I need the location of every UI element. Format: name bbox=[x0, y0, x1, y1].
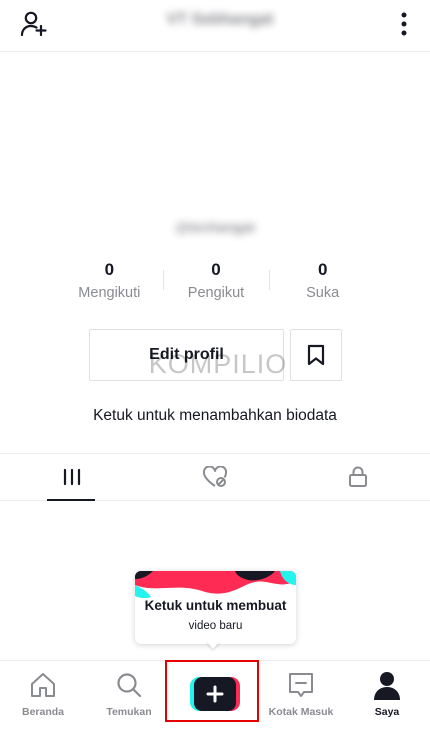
more-vertical-icon bbox=[401, 12, 407, 36]
profile-icon bbox=[374, 672, 400, 700]
nav-inbox[interactable]: Kotak Masuk bbox=[258, 661, 344, 729]
account-title[interactable]: VT Sebhangat bbox=[140, 11, 300, 33]
nav-label: Kotak Masuk bbox=[268, 706, 334, 718]
create-video-tooltip[interactable]: Ketuk untuk membuat video baru bbox=[135, 571, 296, 644]
tab-videos[interactable] bbox=[0, 454, 143, 501]
nav-home[interactable]: Beranda bbox=[0, 661, 86, 729]
bookmark-icon bbox=[307, 344, 325, 366]
tab-private[interactable] bbox=[287, 454, 430, 500]
more-button[interactable] bbox=[390, 6, 418, 42]
stat-label: Mengikuti bbox=[78, 285, 141, 301]
top-bar: VT Sebhangat bbox=[0, 0, 430, 52]
content-tabs bbox=[0, 453, 430, 501]
tooltip-title: Ketuk untuk membuat bbox=[144, 598, 287, 613]
stat-value: 0 bbox=[211, 260, 221, 279]
bio-prompt[interactable]: Ketuk untuk menambahkan biodata bbox=[0, 407, 430, 431]
search-icon bbox=[117, 673, 142, 698]
tab-liked[interactable] bbox=[143, 454, 286, 500]
liked-hidden-icon bbox=[202, 466, 227, 487]
favorites-button[interactable] bbox=[290, 329, 342, 381]
tooltip-arrow bbox=[206, 641, 220, 649]
stat-likes[interactable]: 0 Suka bbox=[269, 258, 376, 308]
create-button-face bbox=[194, 677, 236, 711]
inbox-icon bbox=[289, 673, 313, 697]
nav-label: Saya bbox=[374, 706, 400, 718]
add-user-icon bbox=[20, 11, 47, 37]
add-user-button[interactable] bbox=[16, 6, 52, 42]
nav-discover[interactable]: Temukan bbox=[86, 661, 172, 729]
tooltip-subtitle: video baru bbox=[188, 620, 243, 632]
stat-value: 0 bbox=[317, 260, 328, 279]
nav-label: Temukan bbox=[106, 706, 152, 718]
home-icon bbox=[31, 673, 55, 697]
stat-value: 0 bbox=[104, 260, 115, 279]
username: @techangat bbox=[175, 219, 255, 235]
nav-profile[interactable]: Saya bbox=[344, 661, 430, 729]
create-video-button[interactable] bbox=[190, 677, 240, 711]
nav-label: Beranda bbox=[21, 706, 64, 718]
edit-profile-button[interactable]: Edit profil bbox=[89, 329, 284, 381]
create-plus-icon bbox=[206, 685, 224, 703]
stat-following[interactable]: 0 Mengikuti bbox=[56, 258, 163, 308]
videos-grid-icon bbox=[63, 468, 80, 486]
stat-label: Pengikut bbox=[187, 285, 245, 301]
stat-label: Suka bbox=[306, 285, 340, 301]
stat-followers[interactable]: 0 Pengikut bbox=[162, 258, 270, 308]
lock-icon bbox=[349, 466, 368, 487]
profile-stats: 0 Mengikuti 0 Pengikut 0 Suka bbox=[56, 258, 376, 308]
